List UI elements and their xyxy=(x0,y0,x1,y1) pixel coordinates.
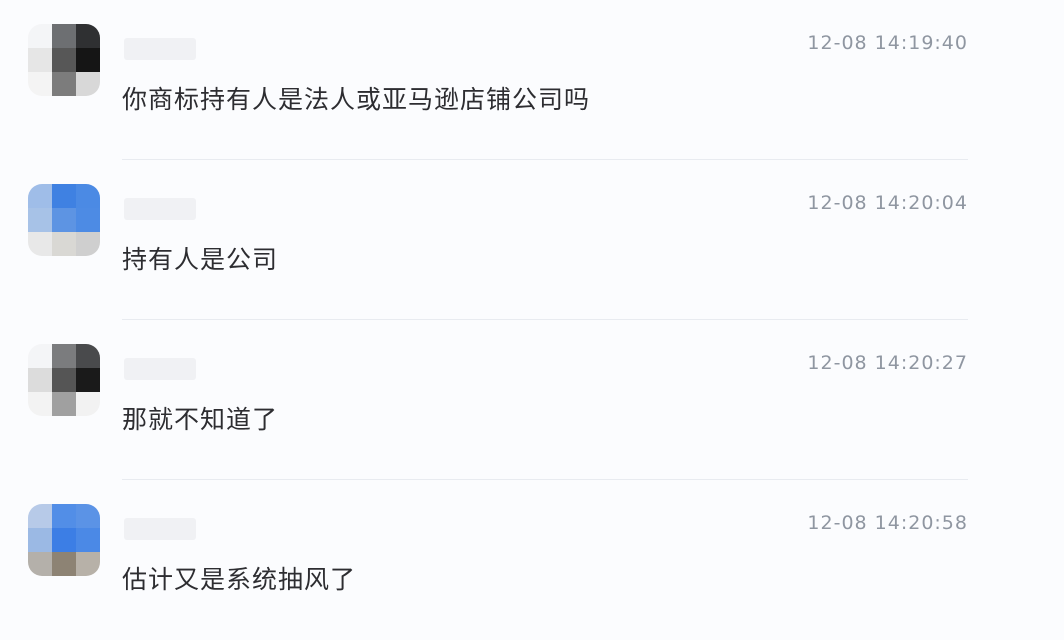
avatar-pixel xyxy=(52,552,76,576)
avatar-pixel xyxy=(28,552,52,576)
avatar-pixel xyxy=(52,48,76,72)
avatar-pixel xyxy=(76,504,100,528)
message-text: 持有人是公司 xyxy=(122,245,279,274)
username-redacted xyxy=(124,198,196,220)
avatar-pixel xyxy=(76,184,100,208)
avatar-pixel xyxy=(76,72,100,96)
message-text: 你商标持有人是法人或亚马逊店铺公司吗 xyxy=(122,85,591,114)
avatar-pixel xyxy=(28,528,52,552)
avatar-pixel xyxy=(52,528,76,552)
message-timestamp: 12-08 14:20:04 xyxy=(807,192,968,214)
avatar-pixel xyxy=(76,232,100,256)
avatar-pixel xyxy=(76,552,100,576)
avatar-pixel xyxy=(28,72,52,96)
message-item: 12-08 14:20:04 持有人是公司 xyxy=(0,160,1064,320)
avatar-pixel xyxy=(52,368,76,392)
avatar-pixel xyxy=(28,344,52,368)
avatar[interactable] xyxy=(28,344,100,416)
avatar-pixel xyxy=(28,24,52,48)
avatar-pixel xyxy=(28,368,52,392)
message-timestamp: 12-08 14:20:58 xyxy=(807,512,968,534)
avatar-pixel xyxy=(52,392,76,416)
message-item: 12-08 14:20:27 那就不知道了 xyxy=(0,320,1064,480)
avatar-pixel xyxy=(76,48,100,72)
message-text: 那就不知道了 xyxy=(122,405,279,434)
avatar-pixel xyxy=(76,24,100,48)
username-redacted xyxy=(124,518,196,540)
username-redacted xyxy=(124,38,196,60)
message-item: 12-08 14:20:58 估计又是系统抽风了 xyxy=(0,480,1064,640)
chat-thread: 12-08 14:19:40 你商标持有人是法人或亚马逊店铺公司吗 12-08 … xyxy=(0,0,1064,626)
avatar-pixel xyxy=(76,368,100,392)
avatar-pixel xyxy=(28,504,52,528)
avatar-pixel xyxy=(52,72,76,96)
message-timestamp: 12-08 14:20:27 xyxy=(807,352,968,374)
message-timestamp: 12-08 14:19:40 xyxy=(807,32,968,54)
avatar-pixel xyxy=(52,232,76,256)
avatar-pixel xyxy=(76,528,100,552)
avatar-pixel xyxy=(52,208,76,232)
avatar[interactable] xyxy=(28,24,100,96)
avatar-pixel xyxy=(52,344,76,368)
avatar-pixel xyxy=(76,344,100,368)
avatar-pixel xyxy=(52,184,76,208)
avatar-pixel xyxy=(28,184,52,208)
avatar-pixel xyxy=(52,504,76,528)
avatar-pixel xyxy=(52,24,76,48)
avatar-pixel xyxy=(76,208,100,232)
avatar[interactable] xyxy=(28,184,100,256)
avatar-pixel xyxy=(28,232,52,256)
avatar-pixel xyxy=(76,392,100,416)
message-item: 12-08 14:19:40 你商标持有人是法人或亚马逊店铺公司吗 xyxy=(0,0,1064,160)
username-redacted xyxy=(124,358,196,380)
message-text: 估计又是系统抽风了 xyxy=(122,565,357,594)
avatar-pixel xyxy=(28,392,52,416)
avatar-pixel xyxy=(28,208,52,232)
avatar[interactable] xyxy=(28,504,100,576)
avatar-pixel xyxy=(28,48,52,72)
